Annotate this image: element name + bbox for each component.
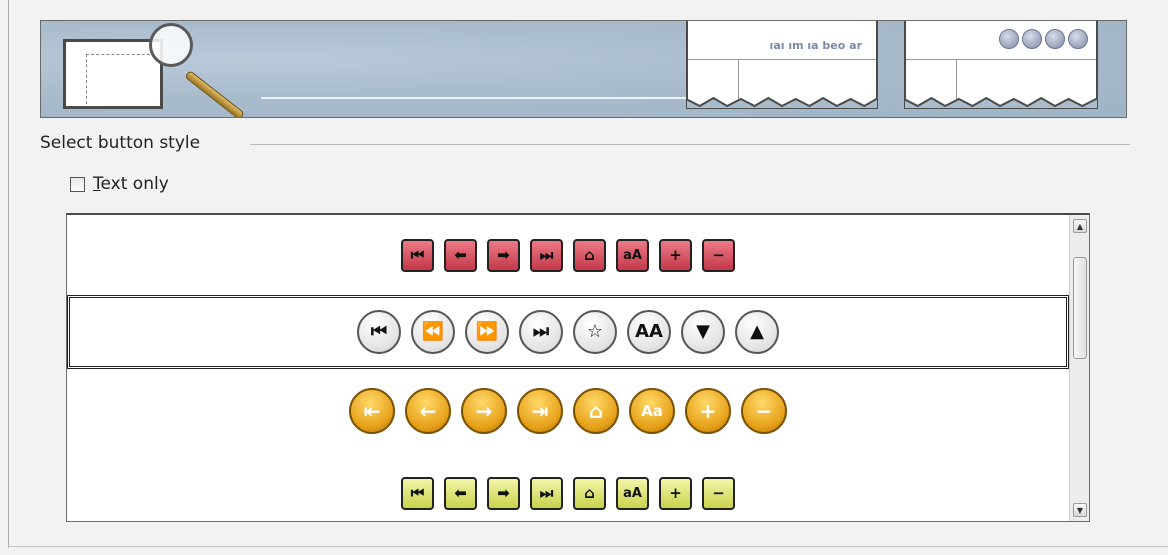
torn-edge [904, 96, 1098, 109]
back-icon: ← [405, 388, 451, 434]
preview-page-buttons [904, 21, 1098, 109]
forward-icon: ➡ [487, 476, 520, 510]
left-divider [8, 0, 9, 548]
torn-edge [686, 96, 878, 109]
vertical-scrollbar[interactable]: ▲ ▼ [1069, 215, 1089, 521]
style-row-grey-selected[interactable]: ⏮ ⏪ ⏩ ⏭ ☆ AA ▼ ▲ [67, 295, 1069, 369]
style-row-red[interactable]: ⏮ ⬅ ➡ ⏭ ⌂ aA + − [67, 215, 1069, 295]
minus-icon: − [741, 388, 787, 434]
document-illustration [63, 39, 163, 109]
up-icon: ▲ [735, 310, 779, 354]
last-icon: ⏭ [519, 310, 563, 354]
first-icon: ⏮ [357, 310, 401, 354]
preview-last-icon [1068, 29, 1088, 49]
text-only-checkbox-row[interactable]: Text only [70, 174, 169, 194]
forward-icon: ⏩ [465, 310, 509, 354]
home-icon: ⌂ [573, 238, 606, 272]
magnifier-handle [184, 69, 245, 117]
last-icon: ⇥ [517, 388, 563, 434]
down-icon: ▼ [681, 310, 725, 354]
last-icon: ⏭ [530, 476, 563, 510]
style-row-orange[interactable]: ⇤ ← → ⇥ ⌂ Aa + − [67, 369, 1069, 453]
home-icon: ⌂ [573, 476, 606, 510]
mnemonic-letter: T [93, 174, 101, 194]
plus-icon: + [659, 476, 692, 510]
first-icon: ⏮ [401, 238, 434, 272]
preview-text: ıaı ım ıa beo ar [769, 39, 862, 52]
minus-icon: − [702, 476, 735, 510]
banner-line [261, 97, 741, 99]
font-size-icon: AA [627, 310, 671, 354]
section-title: Select button style [40, 133, 209, 153]
button-style-list[interactable]: ⏮ ⬅ ➡ ⏭ ⌂ aA + − ⏮ ⏪ ⏩ ⏭ ☆ AA ▼ ▲ ⇤ ← → … [66, 213, 1090, 522]
back-icon: ⬅ [444, 476, 477, 510]
scroll-thumb[interactable] [1073, 257, 1087, 359]
font-size-icon: aA [616, 238, 649, 272]
text-only-checkbox[interactable] [70, 176, 85, 192]
label-rest: ext only [100, 174, 169, 194]
back-icon: ⏪ [411, 310, 455, 354]
preview-page-text: ıaı ım ıa beo ar [686, 21, 878, 109]
forward-icon: ➡ [487, 238, 520, 272]
style-rows: ⏮ ⬅ ➡ ⏭ ⌂ aA + − ⏮ ⏪ ⏩ ⏭ ☆ AA ▼ ▲ ⇤ ← → … [67, 215, 1069, 521]
bottom-divider [8, 546, 1168, 547]
font-size-icon: Aa [629, 388, 675, 434]
home-icon: ⌂ [573, 388, 619, 434]
back-icon: ⬅ [444, 238, 477, 272]
preview-next-icon [1045, 29, 1065, 49]
plus-icon: + [685, 388, 731, 434]
font-size-icon: aA [616, 476, 649, 510]
preview-first-icon [999, 29, 1019, 49]
scroll-down-icon[interactable]: ▼ [1073, 503, 1087, 517]
forward-icon: → [461, 388, 507, 434]
preview-banner: ıaı ım ıa beo ar [40, 20, 1127, 118]
preview-buttons [999, 29, 1088, 49]
text-only-label[interactable]: Text only [93, 174, 169, 194]
minus-icon: − [702, 238, 735, 272]
plus-icon: + [659, 238, 692, 272]
first-icon: ⇤ [349, 388, 395, 434]
star-icon: ☆ [573, 310, 617, 354]
last-icon: ⏭ [530, 238, 563, 272]
preview-prev-icon [1022, 29, 1042, 49]
wizard-page: ıaı ım ıa beo ar Select button style Tex… [0, 0, 1168, 555]
scroll-up-icon[interactable]: ▲ [1073, 219, 1087, 233]
style-row-lime[interactable]: ⏮ ⬅ ➡ ⏭ ⌂ aA + − [67, 453, 1069, 521]
first-icon: ⏮ [401, 476, 434, 510]
magnifier-icon [149, 23, 193, 67]
section-divider [250, 144, 1130, 145]
